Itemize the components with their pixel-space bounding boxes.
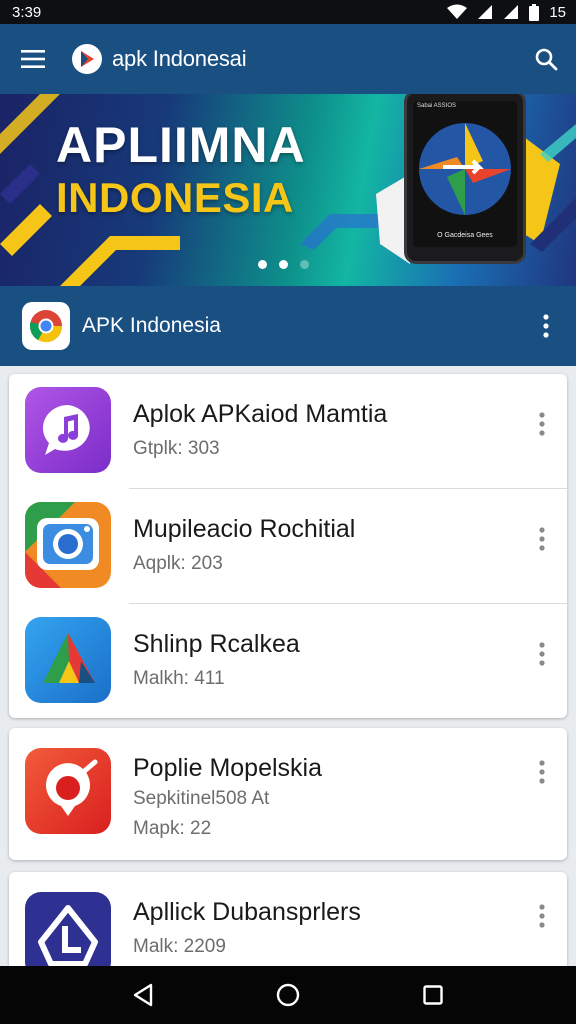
more-vert-icon xyxy=(539,904,545,928)
signal-icon xyxy=(478,5,493,19)
app-more-button[interactable] xyxy=(527,517,557,561)
app-meta: Aqplk: 203 xyxy=(133,553,223,574)
section-more-button[interactable] xyxy=(516,296,576,356)
app-logo xyxy=(72,44,102,74)
system-nav-bar xyxy=(0,966,576,1024)
app-meta: Malk: 2209 xyxy=(133,936,226,957)
app-meta: Malkh: 411 xyxy=(133,668,225,689)
app-meta: Gtplk: 303 xyxy=(133,438,220,459)
app-list-item[interactable]: Aplok APKaiod Mamtia Gtplk: 303 xyxy=(9,374,567,489)
app-list-card: Aplok APKaiod Mamtia Gtplk: 303 Mupileac… xyxy=(9,374,567,718)
app-name: Mupileacio Rochitial xyxy=(133,515,356,543)
app-more-button[interactable] xyxy=(527,632,557,676)
app-more-button[interactable] xyxy=(527,750,557,794)
section-title: APK Indonesia xyxy=(82,314,221,337)
app-more-button[interactable] xyxy=(527,894,557,938)
banner-title-line1: APLIIMNA xyxy=(56,117,306,173)
app-more-button[interactable] xyxy=(527,402,557,446)
app-bar: apk Indonesai xyxy=(0,24,576,94)
back-triangle-icon xyxy=(133,983,152,1007)
battery-label: 15 xyxy=(549,3,566,21)
app-meta-secondary: Mapk: 22 xyxy=(133,818,212,839)
arrow-a-icon xyxy=(25,617,111,703)
section-header: APK Indonesia xyxy=(0,286,576,366)
app-meta: Sepkitinel508 At xyxy=(133,788,270,809)
carousel-dot[interactable] xyxy=(300,260,309,269)
back-button[interactable] xyxy=(113,970,173,1020)
app-screen: 3:39 15 apk Indonesai APLIIMNA INDONESIA… xyxy=(0,0,576,1024)
wifi-icon xyxy=(447,4,468,19)
target-pin-icon xyxy=(25,748,111,834)
app-list-item[interactable]: Mupileacio Rochitial Aqplk: 203 xyxy=(9,489,567,604)
chrome-icon xyxy=(29,310,63,343)
compass-app-icon xyxy=(419,123,511,215)
menu-button[interactable] xyxy=(0,24,66,94)
search-button[interactable] xyxy=(516,24,576,94)
play-logo-icon xyxy=(81,51,94,67)
app-name: Aplok APKaiod Mamtia xyxy=(133,400,388,428)
status-icons: 15 xyxy=(447,3,566,21)
home-button[interactable] xyxy=(258,970,318,1020)
app-list-item[interactable]: Shlinp Rcalkea Malkh: 411 xyxy=(9,604,567,718)
app-title: apk Indonesai xyxy=(112,46,247,71)
recents-square-icon xyxy=(423,985,444,1005)
section-logo xyxy=(22,302,70,350)
phone-screen: Sabai ASSIOS O Gacdeisa Gees xyxy=(413,101,517,247)
battery-icon xyxy=(529,3,540,21)
more-vert-icon xyxy=(539,760,545,784)
more-vert-icon xyxy=(539,412,545,436)
carousel-dot-active[interactable] xyxy=(258,260,267,269)
hamburger-icon xyxy=(21,50,45,68)
phone-status-text: Sabai ASSIOS xyxy=(417,103,457,109)
app-name: Shlinp Rcalkea xyxy=(133,630,300,658)
music-chat-icon xyxy=(25,387,111,473)
more-vert-icon xyxy=(539,642,545,666)
phone-illustration: Sabai ASSIOS O Gacdeisa Gees xyxy=(404,94,526,264)
camera-icon xyxy=(25,502,111,588)
more-vert-icon xyxy=(539,527,545,551)
status-time: 3:39 xyxy=(12,3,42,21)
carousel-dot[interactable] xyxy=(279,260,288,269)
app-list-card: Poplie Mopelskia Sepkitinel508 At Mapk: … xyxy=(9,728,567,860)
home-circle-icon xyxy=(276,983,300,1007)
signal-icon xyxy=(504,5,519,19)
carousel-dots xyxy=(258,260,309,269)
app-name: Poplie Mopelskia xyxy=(133,754,322,782)
banner-title-line2: INDONESIA xyxy=(56,174,294,221)
promo-banner[interactable]: APLIIMNA INDONESIA Sabai ASSIOS O Gacdei… xyxy=(0,94,576,286)
phone-caption: O Gacdeisa Gees xyxy=(437,232,493,239)
search-icon xyxy=(535,48,558,71)
app-name: Apllick Dubansprlers xyxy=(133,898,361,926)
status-bar: 3:39 15 xyxy=(0,0,576,24)
recents-button[interactable] xyxy=(403,970,463,1020)
app-list-item[interactable]: Poplie Mopelskia Sepkitinel508 At Mapk: … xyxy=(9,728,567,860)
more-vert-icon xyxy=(543,314,549,338)
